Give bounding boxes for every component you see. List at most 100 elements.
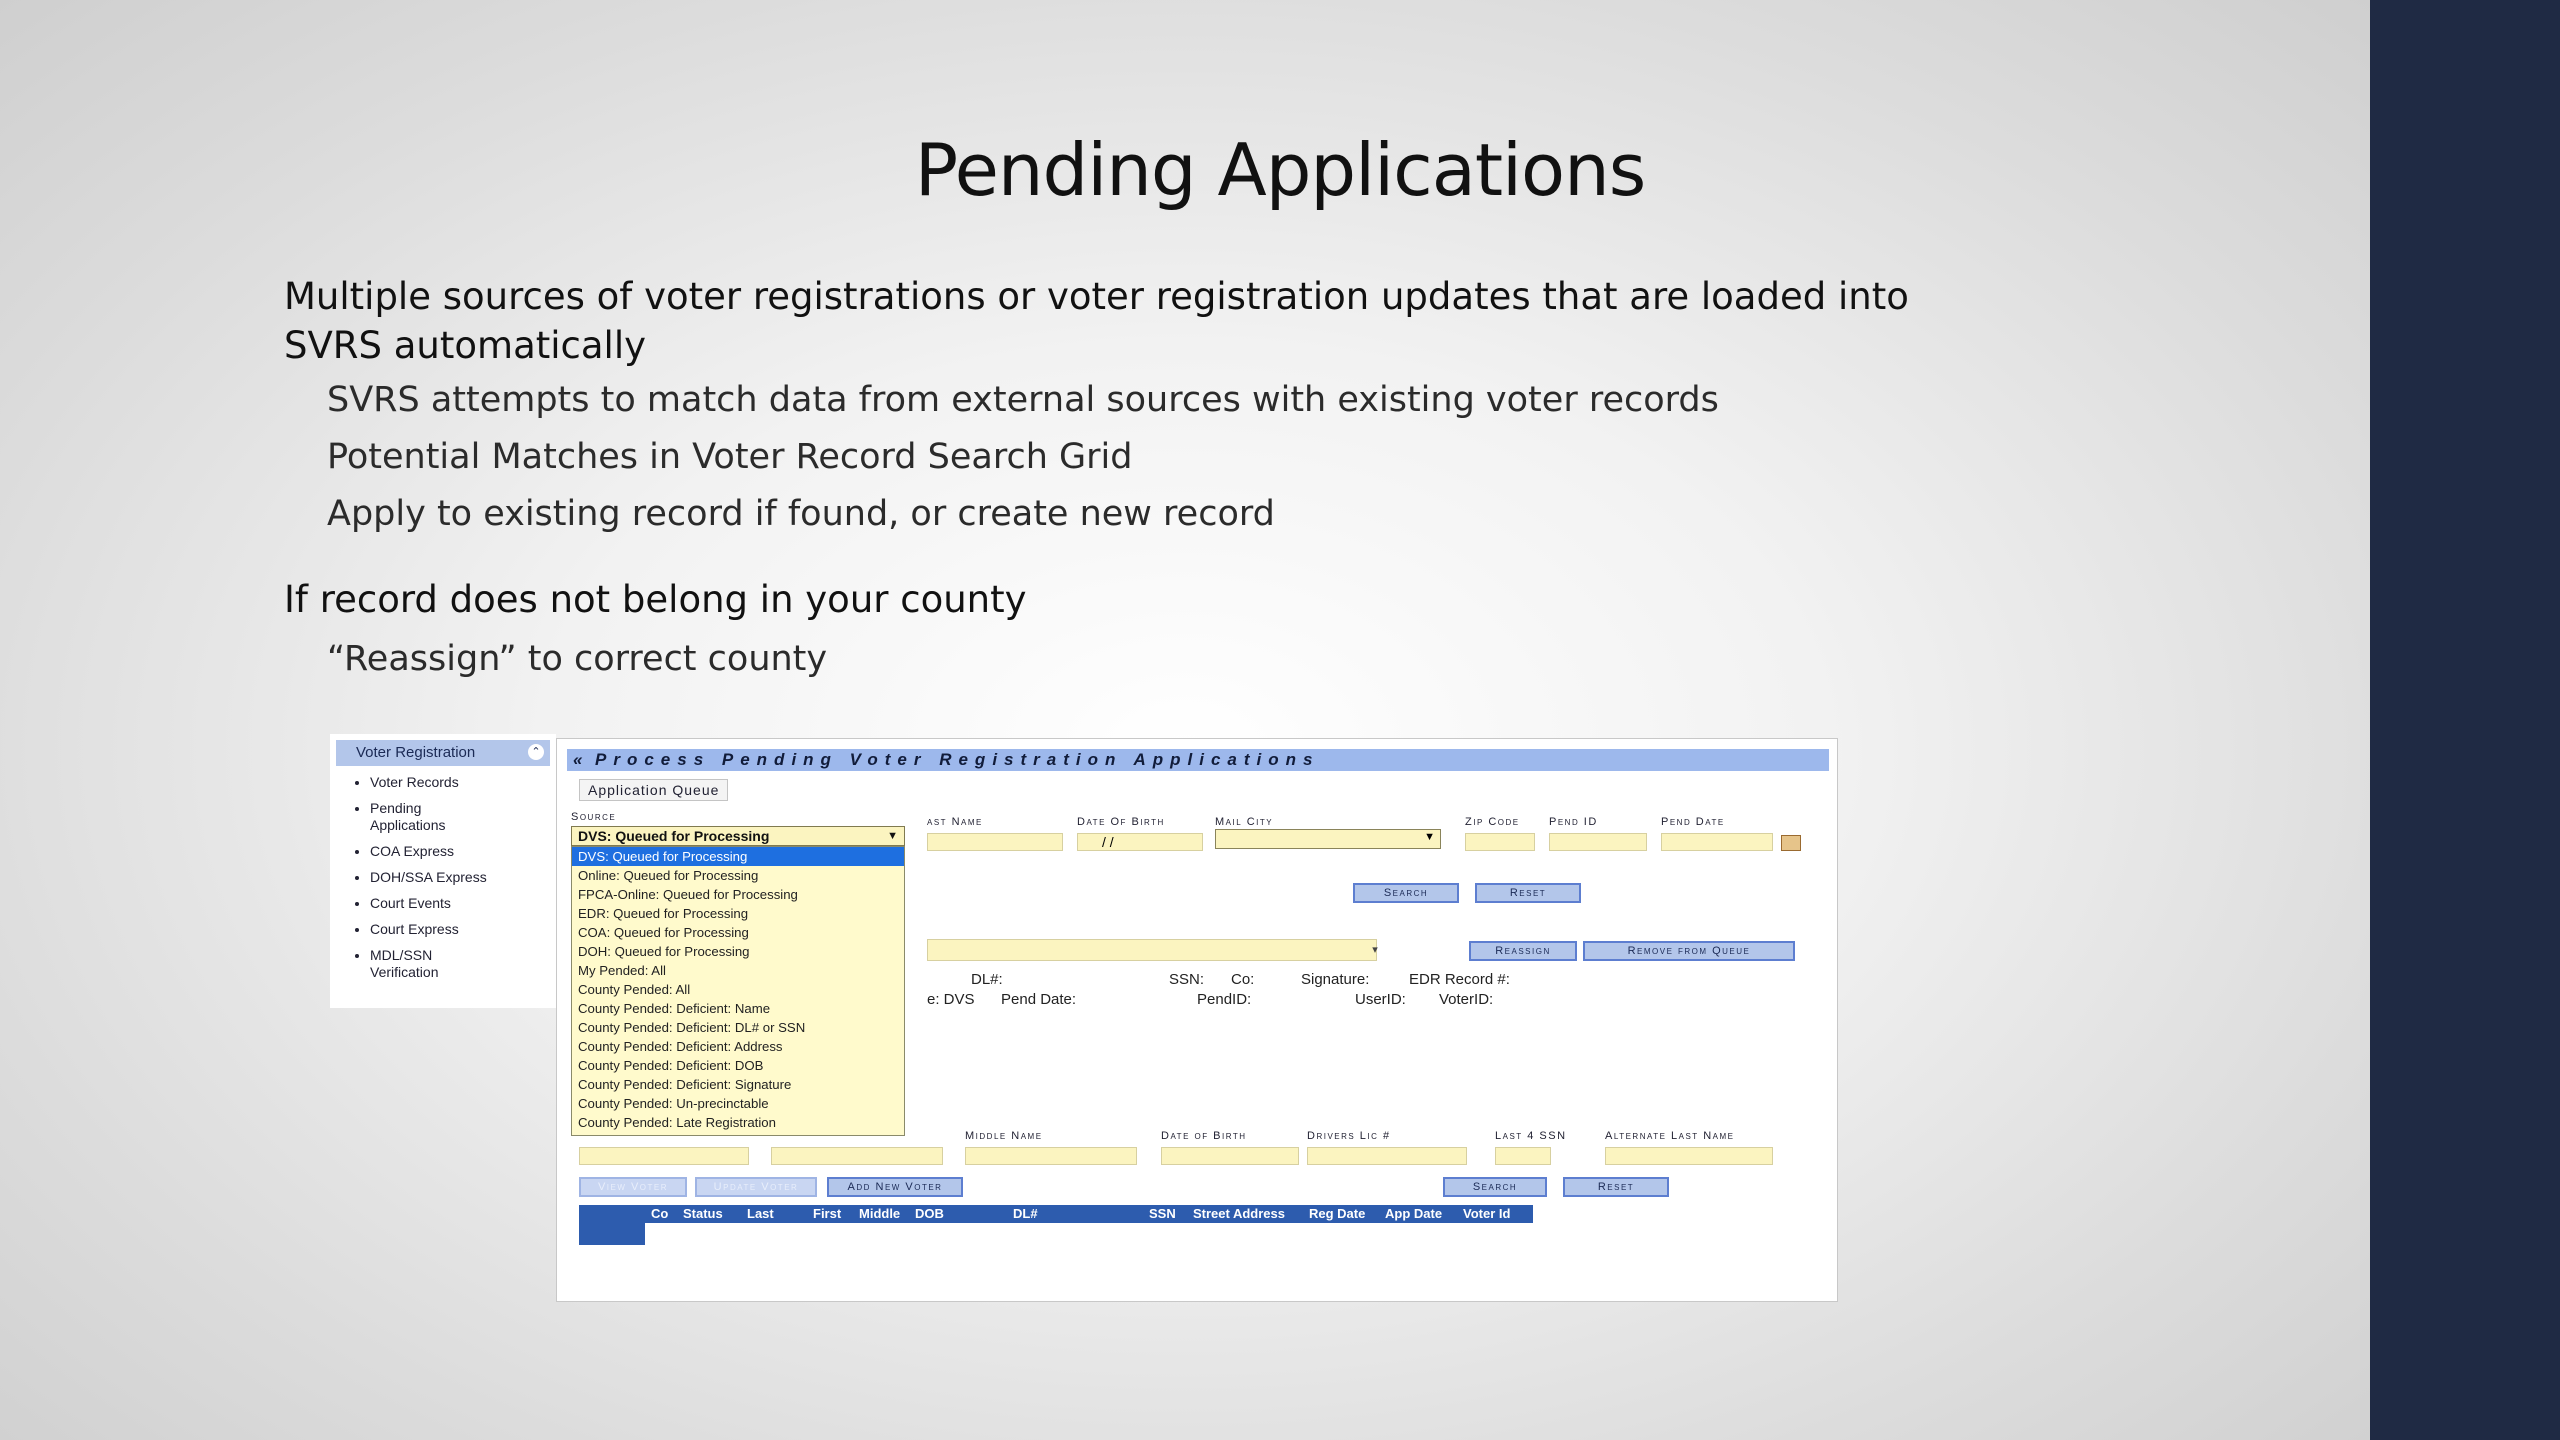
col-middle[interactable]: Middle	[859, 1205, 900, 1223]
detail-ssn: SSN:	[1169, 971, 1205, 988]
reset-button-top[interactable]: Reset	[1475, 883, 1581, 903]
date-of-birth-field[interactable]: / /	[1077, 833, 1203, 851]
collapse-icon[interactable]: ⌃	[528, 744, 544, 760]
col-dl[interactable]: DL#	[1013, 1205, 1038, 1223]
source-option[interactable]: COA: Queued for Processing	[572, 923, 904, 942]
nav-item-court-express[interactable]: Court Express	[370, 921, 560, 938]
label-date-of-birth: Date Of Birth	[1077, 816, 1165, 828]
detail-pend-date: Pend Date:	[1001, 991, 1077, 1008]
source-option[interactable]: County Pended: Deficient: Signature	[572, 1075, 904, 1094]
reassign-button[interactable]: Reassign	[1469, 941, 1577, 961]
search-button-top[interactable]: Search	[1353, 883, 1459, 903]
search-last4-ssn-field[interactable]	[1495, 1147, 1551, 1165]
tab-application-queue[interactable]: Application Queue	[579, 779, 729, 801]
nav-list: Voter Records Pending Applications COA E…	[340, 774, 560, 990]
source-option[interactable]: County Pended: Deficient: DOB	[572, 1056, 904, 1075]
chevron-down-icon[interactable]: ▾	[1365, 939, 1385, 961]
source-option[interactable]: DOH: Queued for Processing	[572, 942, 904, 961]
col-ssn[interactable]: SSN	[1149, 1205, 1176, 1223]
right-accent-band	[2370, 0, 2560, 1440]
detail-pend-id: PendID:	[1197, 991, 1252, 1008]
source-option[interactable]: FPCA-Online: Queued for Processing	[572, 885, 904, 904]
zip-code-field[interactable]	[1465, 833, 1535, 851]
voter-search-grid-header: Co Status Last First Middle DOB DL# SSN …	[579, 1205, 1533, 1223]
nav-item-voter-records[interactable]: Voter Records	[370, 774, 560, 791]
nav-item-coa-express[interactable]: COA Express	[370, 843, 560, 860]
detail-signature: Signature:	[1301, 971, 1370, 988]
search-drivers-lic-field[interactable]	[1307, 1147, 1467, 1165]
bullet-2-1: “Reassign” to correct county	[327, 639, 828, 679]
col-app-date[interactable]: App Date	[1385, 1205, 1442, 1223]
detail-user-id: UserID:	[1355, 991, 1406, 1008]
label-middle-name: Middle Name	[965, 1130, 1043, 1142]
search-alt-last-name-field[interactable]	[1605, 1147, 1773, 1165]
add-new-voter-button[interactable]: Add New Voter	[827, 1177, 963, 1197]
view-voter-button[interactable]: View Voter	[579, 1177, 687, 1197]
bullet-1-2: Potential Matches in Voter Record Search…	[327, 437, 1133, 477]
detail-voter-id: VoterID:	[1439, 991, 1494, 1008]
last-name-field[interactable]	[927, 833, 1063, 851]
dropdown-arrow-icon: ▼	[1424, 831, 1435, 843]
calendar-icon[interactable]	[1781, 835, 1801, 851]
detail-edr-record: EDR Record #:	[1409, 971, 1510, 988]
label-mail-city: Mail City	[1215, 816, 1274, 828]
source-option[interactable]: County Pended: Deficient: DL# or SSN	[572, 1018, 904, 1037]
col-dob[interactable]: DOB	[915, 1205, 944, 1223]
label-alt-last-name: Alternate Last Name	[1605, 1130, 1735, 1142]
source-option[interactable]: My Pended: All	[572, 961, 904, 980]
dropdown-arrow-icon: ▼	[887, 830, 898, 842]
col-street-address[interactable]: Street Address	[1193, 1205, 1285, 1223]
double-chevron-left-icon[interactable]: «	[573, 749, 582, 771]
nav-item-court-events[interactable]: Court Events	[370, 895, 560, 912]
label-source: Source	[571, 811, 617, 823]
col-last[interactable]: Last	[747, 1205, 774, 1223]
source-option[interactable]: EDR: Queued for Processing	[572, 904, 904, 923]
label-dob-search: Date of Birth	[1161, 1130, 1247, 1142]
slide-title: Pending Applications	[914, 128, 1647, 212]
pend-date-field[interactable]	[1661, 833, 1773, 851]
col-voter-id[interactable]: Voter Id	[1463, 1205, 1510, 1223]
source-option[interactable]: County Pended: Un-precinctable	[572, 1094, 904, 1113]
search-button-bottom[interactable]: Search	[1443, 1177, 1547, 1197]
nav-header[interactable]: Voter Registration ⌃	[336, 740, 550, 766]
search-first-name-field[interactable]	[771, 1147, 943, 1165]
reassign-county-select[interactable]	[927, 939, 1377, 961]
label-drivers-lic: Drivers Lic #	[1307, 1130, 1391, 1142]
col-co[interactable]: Co	[651, 1205, 668, 1223]
col-first[interactable]: First	[813, 1205, 841, 1223]
bullet-1-1: SVRS attempts to match data from externa…	[327, 380, 1719, 420]
app-title: Process Pending Voter Registration Appli…	[595, 750, 1320, 769]
bullet-1: Multiple sources of voter registrations …	[284, 275, 1909, 367]
source-option[interactable]: County Pended: All	[572, 980, 904, 999]
detail-dl: DL#:	[971, 971, 1003, 988]
source-option[interactable]: County Pended: Late Registration	[572, 1113, 904, 1132]
source-option[interactable]: County Pended: Deficient: Name	[572, 999, 904, 1018]
nav-item-doh-ssa-express[interactable]: DOH/SSA Express	[370, 869, 560, 886]
search-last-name-field[interactable]	[579, 1147, 749, 1165]
remove-from-queue-button[interactable]: Remove from Queue	[1583, 941, 1795, 961]
label-last4-ssn: Last 4 SSN	[1495, 1130, 1567, 1142]
source-option[interactable]: County Pended: Deficient: Address	[572, 1037, 904, 1056]
source-option[interactable]: DVS: Queued for Processing	[572, 847, 904, 866]
source-dropdown-list: DVS: Queued for Processing Online: Queue…	[571, 846, 905, 1136]
source-option[interactable]: Online: Queued for Processing	[572, 866, 904, 885]
mail-city-select[interactable]: ▼	[1215, 829, 1441, 849]
search-dob-field[interactable]	[1161, 1147, 1299, 1165]
col-reg-date[interactable]: Reg Date	[1309, 1205, 1365, 1223]
label-pend-id: Pend ID	[1549, 816, 1598, 828]
nav-header-label: Voter Registration	[356, 744, 476, 761]
source-select[interactable]: DVS: Queued for Processing ▼	[571, 826, 905, 846]
search-middle-name-field[interactable]	[965, 1147, 1137, 1165]
bullet-1-3: Apply to existing record if found, or cr…	[327, 494, 1275, 534]
reset-button-bottom[interactable]: Reset	[1563, 1177, 1669, 1197]
pend-id-field[interactable]	[1549, 833, 1647, 851]
bullet-2: If record does not belong in your county	[284, 578, 1027, 621]
col-status[interactable]: Status	[683, 1205, 723, 1223]
process-pending-app-window: « Process Pending Voter Registration App…	[556, 738, 1838, 1302]
detail-co: Co:	[1231, 971, 1255, 988]
detail-source: e: DVS	[927, 991, 975, 1008]
grid-selected-row[interactable]	[579, 1223, 645, 1245]
nav-item-pending-applications[interactable]: Pending Applications	[370, 800, 480, 834]
nav-item-mdl-ssn-verification[interactable]: MDL/SSN Verification	[370, 947, 470, 981]
update-voter-button[interactable]: Update Voter	[695, 1177, 817, 1197]
